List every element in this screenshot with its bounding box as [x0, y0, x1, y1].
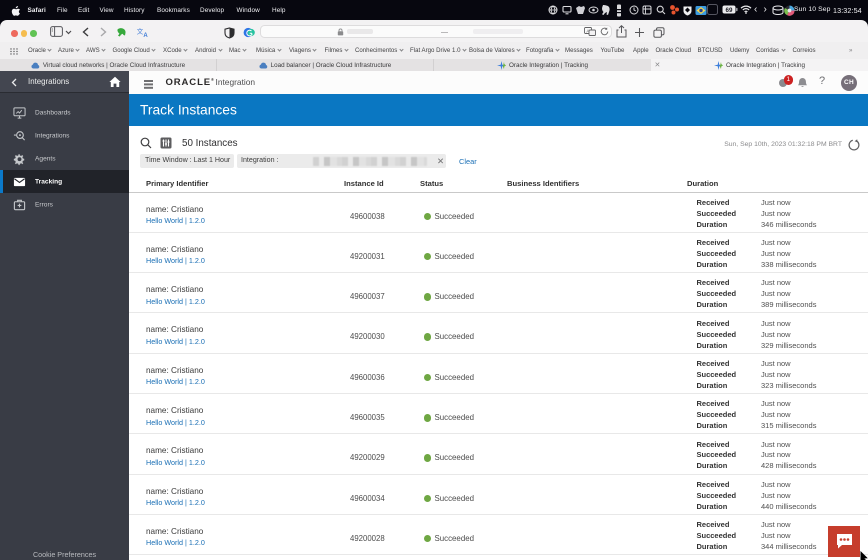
svg-text:A: A — [143, 33, 148, 38]
svg-text:69: 69 — [726, 7, 733, 14]
